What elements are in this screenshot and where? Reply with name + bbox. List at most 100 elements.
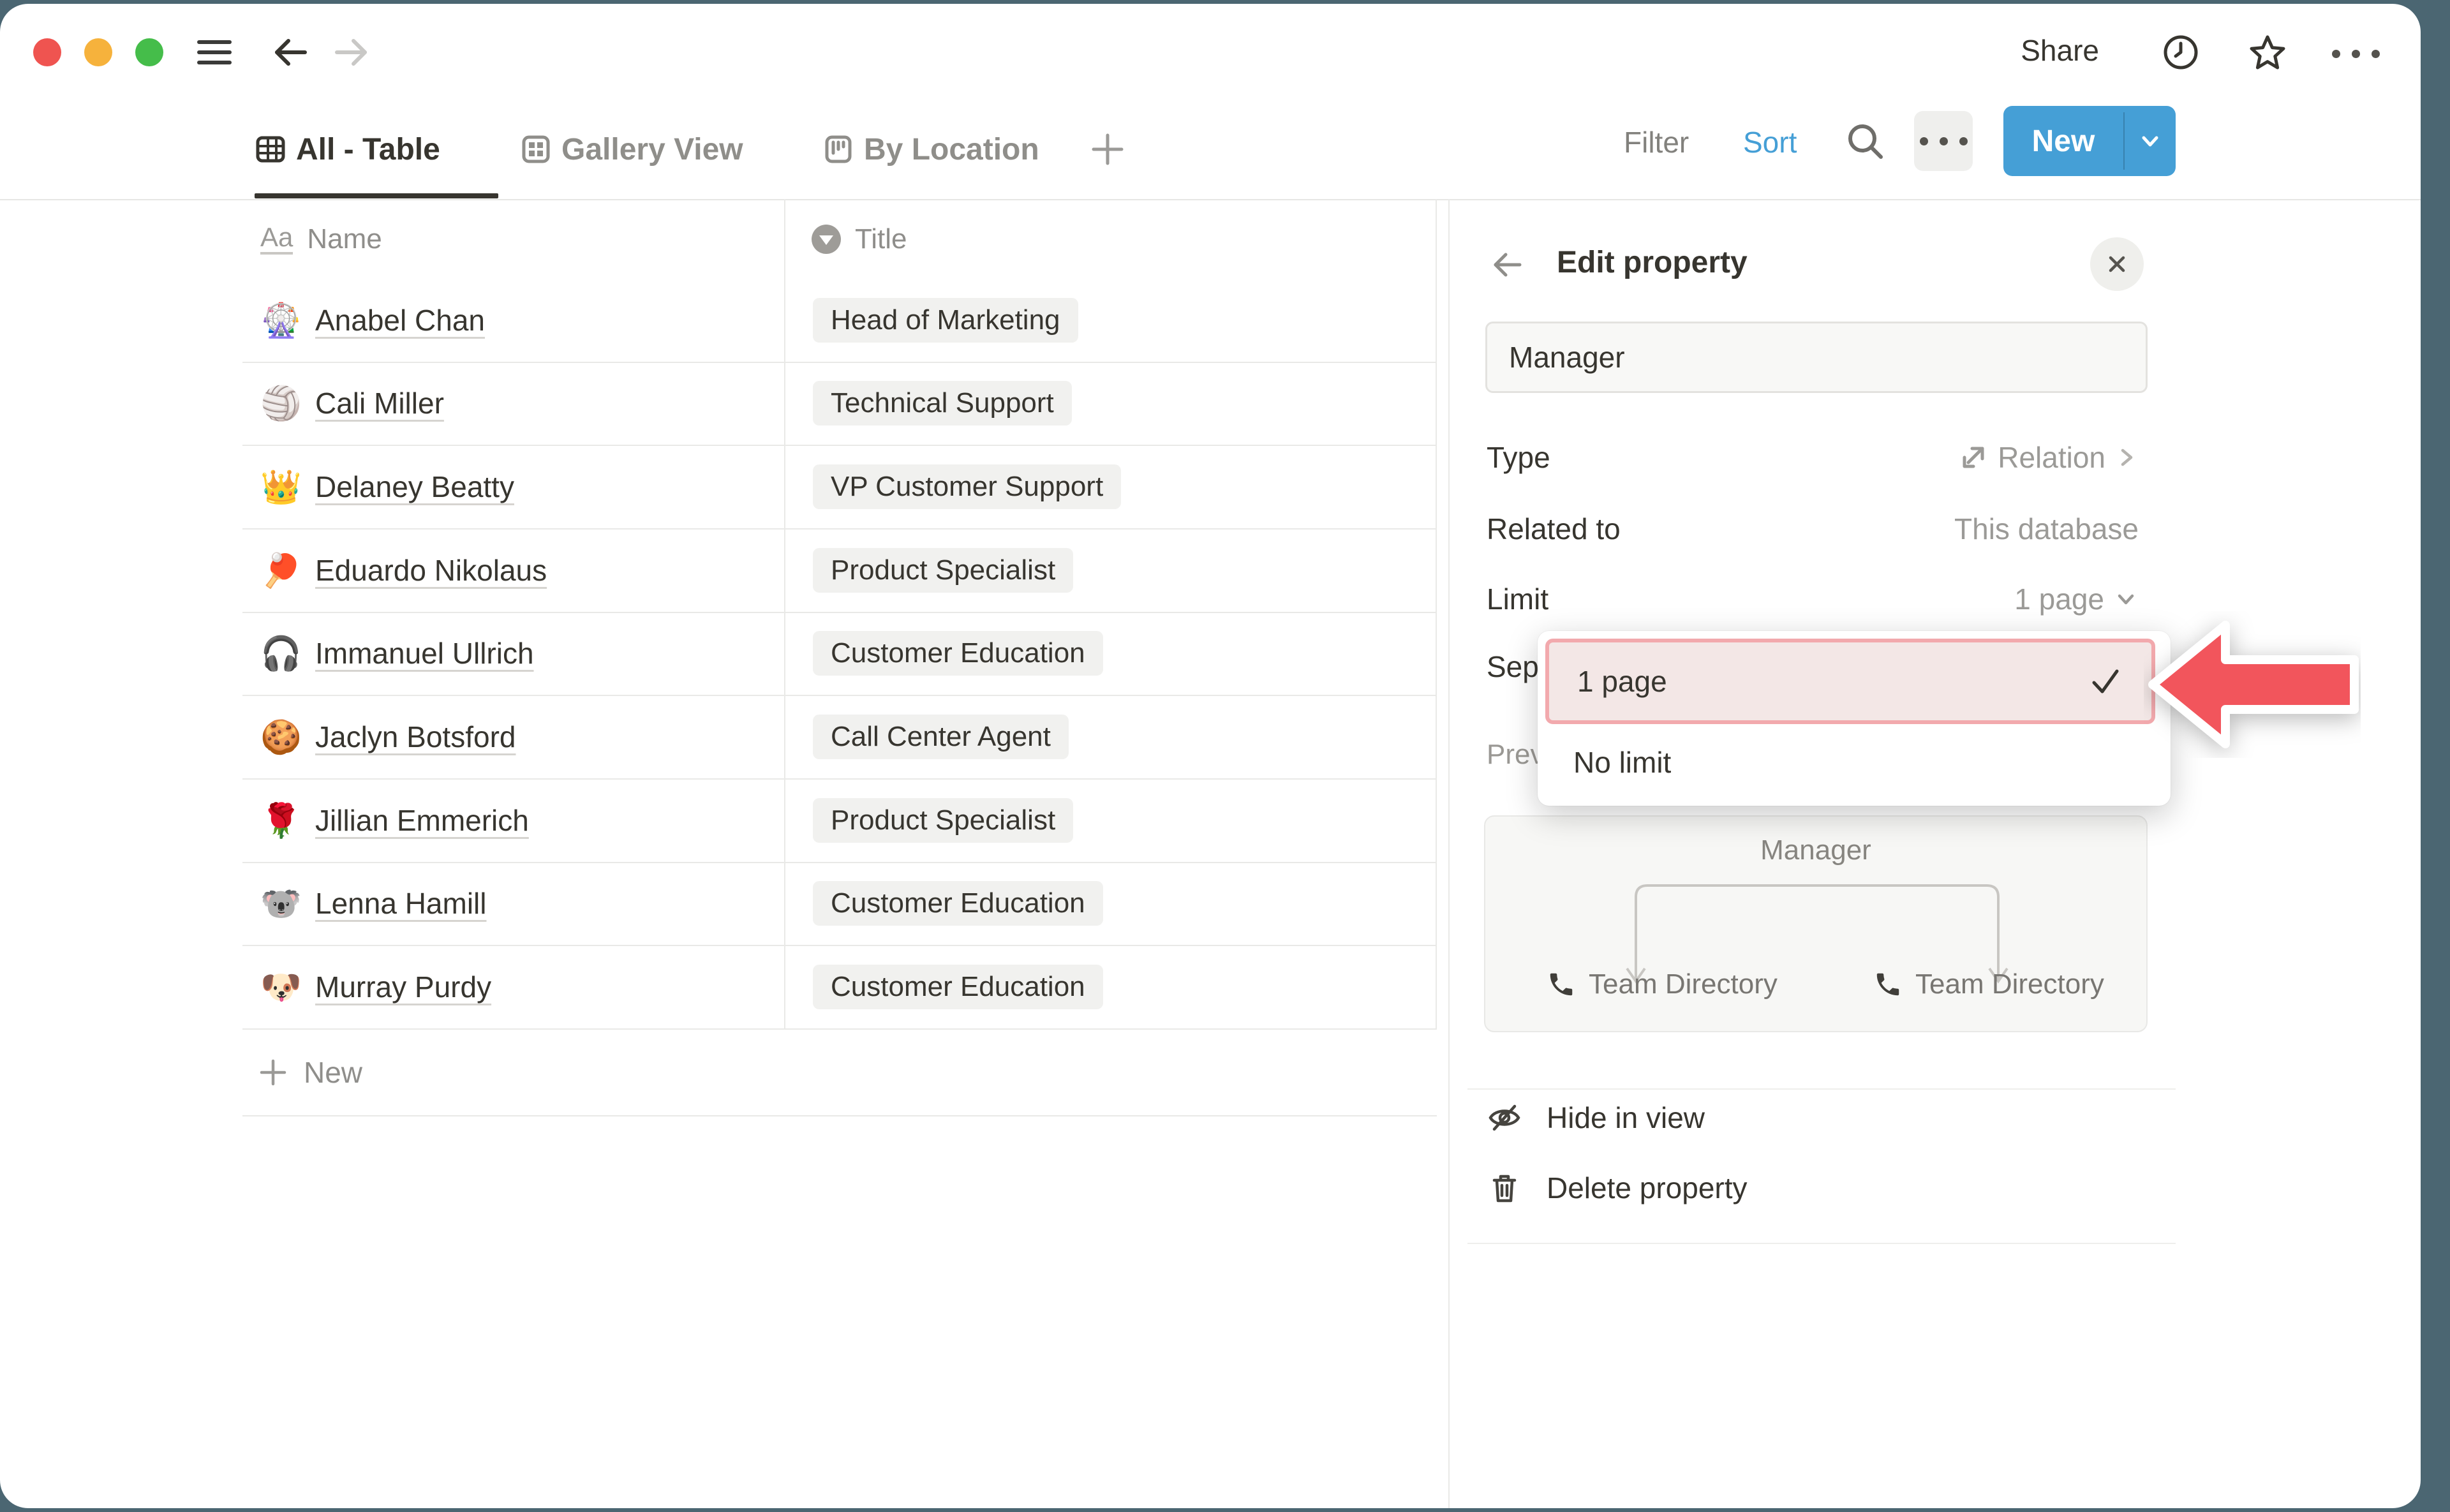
row-emoji-icon: 🐶 [260, 968, 301, 1007]
back-arrow-icon[interactable] [271, 32, 311, 73]
delete-property-button[interactable]: Delete property [1487, 1161, 2125, 1215]
table-row[interactable]: 🌹 Jillian Emmerich Product Specialist [242, 779, 1437, 863]
hide-in-view-button[interactable]: Hide in view [1487, 1091, 2125, 1145]
row-name[interactable]: Anabel Chan [315, 303, 485, 337]
window-close-button[interactable] [33, 38, 61, 66]
add-row-label: New [304, 1055, 362, 1090]
table-row[interactable]: 👑Delaney Beatty VP Customer Support [242, 445, 1437, 530]
row-title-tag[interactable]: Customer Education [813, 631, 1103, 676]
tab-by-location[interactable]: By Location [823, 122, 1039, 176]
column-divider[interactable] [784, 199, 785, 1030]
type-value-label: Relation [1998, 440, 2105, 475]
row-name[interactable]: Cali Miller [315, 386, 444, 420]
share-button[interactable]: Share [2003, 33, 2099, 68]
row-emoji-icon: 🐨 [260, 884, 301, 923]
preview-child-right: Team Directory [1873, 968, 2104, 1000]
new-button[interactable]: New [2003, 106, 2176, 176]
table-row[interactable]: 🐶 Murray Purdy Customer Education [242, 945, 1437, 1030]
row-name[interactable]: Immanuel Ullrich [315, 636, 534, 671]
menu-icon[interactable] [194, 32, 235, 73]
new-button-label[interactable]: New [2003, 106, 2123, 176]
table-row[interactable]: 🐨 Lenna Hamill Customer Education [242, 862, 1437, 946]
row-title-tag[interactable]: Product Specialist [813, 548, 1073, 593]
column-header-name[interactable]: Aa Name [260, 199, 382, 279]
dropdown-option-no-limit[interactable]: No limit [1545, 727, 2155, 798]
row-title-tag[interactable]: Product Specialist [813, 798, 1073, 843]
dropdown-option-1-page[interactable]: 1 page [1545, 639, 2155, 724]
plus-icon [258, 1057, 288, 1088]
column-label: Title [855, 223, 907, 255]
favorite-star-icon[interactable] [2247, 32, 2288, 73]
row-title-tag[interactable]: Customer Education [813, 881, 1103, 926]
panel-close-button[interactable] [2090, 237, 2144, 291]
field-row-limit[interactable]: Limit 1 page [1487, 577, 2139, 621]
table-row[interactable]: 🏐 Cali Miller Technical Support [242, 362, 1437, 446]
column-label: Name [307, 223, 382, 255]
field-label: Limit [1487, 582, 1548, 616]
row-name[interactable]: Jillian Emmerich [315, 803, 529, 838]
more-options-icon[interactable] [2328, 38, 2384, 69]
window-zoom-button[interactable] [135, 38, 163, 66]
table-row[interactable]: 🎡Anabel Chan Head of Marketing [242, 279, 1437, 363]
limit-dropdown-menu: 1 page No limit [1538, 631, 2171, 806]
forward-arrow-icon[interactable] [330, 32, 371, 73]
tab-gallery-view[interactable]: Gallery View [521, 122, 743, 176]
row-emoji-icon: 🏐 [260, 384, 301, 423]
row-name[interactable]: Delaney Beatty [315, 470, 514, 504]
row-title-tag[interactable]: Customer Education [813, 965, 1103, 1009]
filter-button[interactable]: Filter [1624, 125, 1689, 159]
preview-child-label: Team Directory [1589, 968, 1778, 1000]
annotation-arrow-icon [2144, 611, 2361, 758]
text-property-icon: Aa [260, 223, 293, 254]
field-label: Related to [1487, 512, 1621, 546]
limit-value-label: 1 page [2014, 582, 2104, 616]
option-label: No limit [1573, 745, 1671, 780]
table-row[interactable]: 🍪Jaclyn Botsford Call Center Agent [242, 695, 1437, 780]
window-minimize-button[interactable] [84, 38, 112, 66]
row-name[interactable]: Murray Purdy [315, 970, 491, 1004]
add-view-icon[interactable] [1088, 130, 1127, 168]
close-icon [2104, 251, 2130, 277]
row-emoji-icon: 🌹 [260, 801, 301, 840]
field-row-related[interactable]: Related to This database [1487, 507, 2139, 551]
limit-select[interactable]: 1 page [2014, 582, 2139, 616]
row-title-tag[interactable]: Head of Marketing [813, 298, 1078, 343]
preview-root-label: Manager [1485, 834, 2146, 866]
field-value[interactable]: Relation [1958, 440, 2139, 475]
row-title-tag[interactable]: Call Center Agent [813, 715, 1069, 759]
table-row[interactable]: 🏓 Eduardo Nikolaus Product Specialist [242, 529, 1437, 613]
property-name-input[interactable] [1485, 322, 2148, 393]
active-tab-underline [255, 193, 498, 198]
row-name[interactable]: Lenna Hamill [315, 886, 486, 921]
updates-clock-icon[interactable] [2160, 32, 2201, 73]
row-name[interactable]: Jaclyn Botsford [315, 720, 516, 754]
tab-all-table[interactable]: All - Table [255, 122, 440, 176]
row-title-tag[interactable]: Technical Support [813, 381, 1072, 426]
preview-section-label-partial: Prev [1487, 739, 1544, 771]
view-options-icon[interactable] [1914, 111, 1973, 171]
field-row-type[interactable]: Type Relation [1487, 435, 2139, 480]
panel-title: Edit property [1557, 245, 1748, 280]
relation-arrow-icon [1958, 442, 1989, 473]
add-row-button[interactable]: New [242, 1029, 1437, 1116]
new-dropdown-button[interactable] [2125, 106, 2176, 176]
preview-child-label: Team Directory [1915, 968, 2104, 1000]
phone-icon [1547, 970, 1576, 999]
eye-off-icon [1487, 1100, 1522, 1136]
row-name[interactable]: Eduardo Nikolaus [315, 553, 547, 588]
phone-icon [1873, 970, 1903, 999]
tab-label: By Location [864, 132, 1039, 167]
search-icon[interactable] [1844, 120, 1887, 163]
row-title-tag[interactable]: VP Customer Support [813, 464, 1121, 509]
preview-child-left: Team Directory [1547, 968, 1778, 1000]
sort-button[interactable]: Sort [1743, 125, 1797, 159]
gallery-view-icon [521, 134, 551, 165]
row-emoji-icon: 🎧 [260, 634, 301, 673]
panel-section-divider [1467, 1243, 2176, 1244]
column-header-title[interactable]: Title [812, 199, 907, 279]
table-row[interactable]: 🎧 Immanuel Ullrich Customer Education [242, 612, 1437, 696]
table-view-icon [255, 134, 286, 165]
panel-back-icon[interactable] [1489, 246, 1526, 283]
app-window: Share All - Table Gallery View [0, 4, 2421, 1508]
row-emoji-icon: 🏓 [260, 551, 301, 590]
